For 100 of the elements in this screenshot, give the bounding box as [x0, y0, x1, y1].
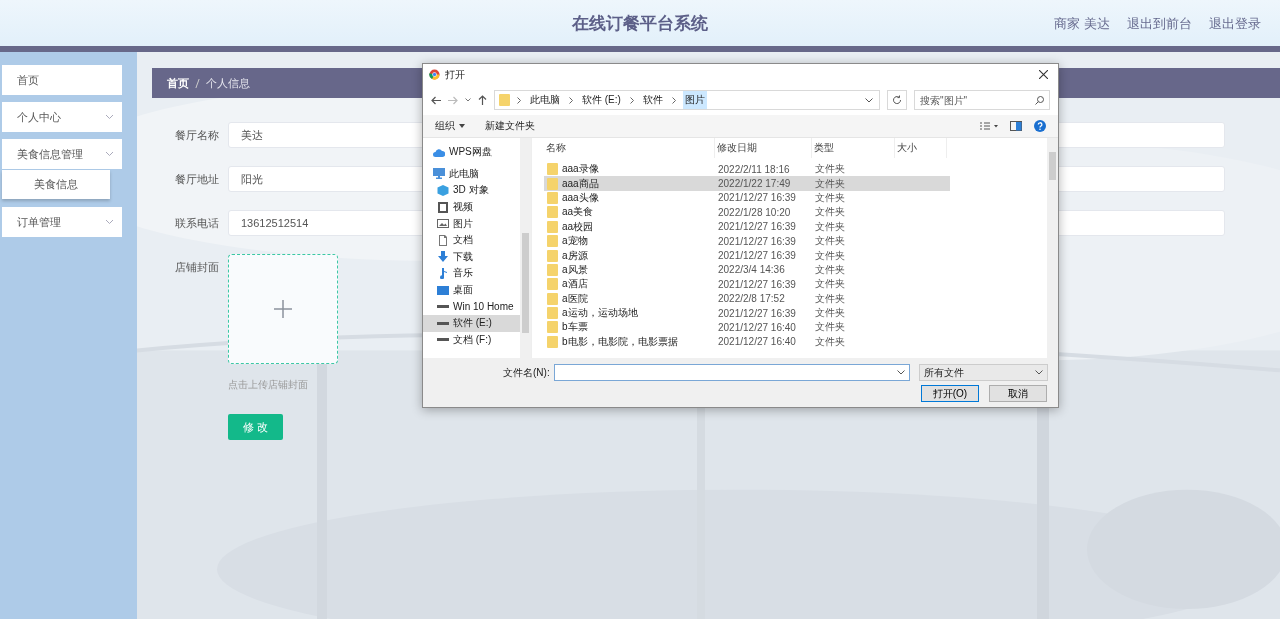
file-row[interactable]: a医院 2022/2/8 17:52 文件夹 — [544, 291, 950, 306]
nav-item[interactable]: 文档 (F:) — [423, 331, 520, 349]
folder-icon — [547, 163, 558, 176]
header-link[interactable]: 商家 美达 — [1054, 15, 1110, 33]
site-title: 在线订餐平台系统 — [572, 12, 708, 35]
chevron-right-icon — [517, 96, 521, 104]
nav-item[interactable]: 音乐 — [423, 265, 520, 282]
path-segment[interactable]: 此电脑 — [528, 91, 562, 109]
folder-icon — [547, 206, 558, 219]
dialog-title: 打开 — [445, 67, 465, 82]
address-bar[interactable]: 此电脑 软件 (E:) 软件 图片 — [494, 90, 880, 110]
path-segment[interactable]: 软件 — [640, 91, 665, 109]
dialog-button[interactable]: 打开(O) — [921, 385, 979, 402]
browser-icon — [429, 69, 440, 80]
folder-icon — [547, 321, 558, 334]
chevron-down-icon[interactable] — [865, 97, 873, 103]
breadcrumb-link[interactable]: 首页 — [167, 75, 189, 91]
drive-icon — [437, 305, 449, 309]
nav-item[interactable]: 下载 — [423, 248, 520, 266]
close-icon[interactable] — [1039, 70, 1048, 79]
nav-item[interactable]: 视频 — [423, 198, 520, 216]
organize-menu[interactable]: 组织 — [435, 119, 455, 133]
folder-icon — [547, 335, 558, 348]
chevron-right-icon — [569, 96, 573, 104]
menu-item[interactable]: 个人中心 — [2, 102, 122, 132]
file-row[interactable]: aaa录像 2022/2/11 18:16 文件夹 — [544, 162, 950, 177]
scrollbar[interactable] — [1047, 138, 1058, 358]
nav-item[interactable]: Win 10 Home — [423, 298, 520, 315]
dialog-button[interactable]: 取消 — [989, 385, 1047, 402]
file-row[interactable]: b电影，电影院，电影票据 2021/12/27 16:40 文件夹 — [544, 334, 950, 350]
plus-icon — [274, 300, 292, 318]
search-field[interactable]: 搜索"图片" — [914, 90, 1050, 110]
cloud-icon — [433, 146, 445, 158]
chevron-right-icon — [629, 96, 634, 104]
download-icon — [437, 251, 449, 263]
file-row[interactable]: aa美食 2022/1/28 10:20 文件夹 — [544, 205, 950, 220]
file-row[interactable]: aaa商品 2022/1/22 17:49 文件夹 — [544, 176, 950, 191]
path-segment[interactable]: 图片 — [682, 91, 707, 109]
nav-item[interactable]: 图片 — [423, 215, 520, 232]
folder-icon — [547, 249, 558, 262]
back-arrow-icon[interactable] — [431, 95, 441, 105]
header-link[interactable]: 退出到前台 — [1127, 15, 1192, 33]
menu-item[interactable]: 首页 — [2, 65, 122, 95]
scrollbar[interactable] — [520, 138, 531, 358]
file-row[interactable]: a房源 2021/12/27 16:39 文件夹 — [544, 248, 950, 263]
field-label: 店铺封面 — [174, 260, 219, 275]
pc-icon — [433, 168, 445, 180]
file-row[interactable]: a运动，运动场地 2021/12/27 16:39 文件夹 — [544, 305, 950, 321]
menu-item[interactable]: 订单管理 — [2, 207, 122, 237]
music-icon — [437, 267, 449, 279]
caret-icon — [459, 124, 465, 128]
search-icon — [1035, 95, 1044, 105]
folder-icon — [547, 220, 558, 233]
preview-pane-icon[interactable] — [1010, 121, 1022, 131]
caret-icon[interactable] — [465, 98, 471, 102]
new-folder-button[interactable]: 新建文件夹 — [485, 119, 535, 133]
chevron-down-icon — [897, 370, 906, 375]
nav-item[interactable]: WPS网盘 — [423, 144, 520, 161]
nav-item[interactable]: 桌面 — [423, 281, 520, 299]
folder-icon — [547, 263, 558, 276]
breadcrumb-link[interactable]: 个人信息 — [206, 75, 250, 91]
file-row[interactable]: aaa头像 2021/12/27 16:39 文件夹 — [544, 190, 950, 206]
file-row[interactable]: a酒店 2021/12/27 16:39 文件夹 — [544, 277, 950, 292]
drive-icon — [437, 321, 449, 325]
desktop-icon — [437, 284, 449, 296]
menu-item[interactable]: 美食信息管理 — [2, 139, 122, 169]
file-type-dropdown[interactable]: 所有文件 — [919, 364, 1048, 381]
submenu-item[interactable]: 美食信息 — [2, 170, 110, 199]
folder-icon — [547, 307, 558, 320]
doc-icon — [437, 234, 449, 246]
folder-icon — [547, 191, 558, 204]
refresh-button[interactable] — [887, 90, 907, 110]
filename-field[interactable] — [553, 364, 911, 381]
header-link[interactable]: 退出登录 — [1209, 15, 1261, 33]
path-segment[interactable]: 软件 (E:) — [580, 91, 623, 109]
nav-item[interactable]: 3D 对象 — [423, 182, 520, 199]
nav-item[interactable]: 此电脑 — [423, 165, 520, 183]
folder-icon — [499, 94, 510, 106]
folder-icon — [547, 292, 558, 305]
folder-icon — [547, 235, 558, 248]
column-header[interactable]: 名称 — [544, 138, 715, 158]
file-row[interactable]: b车票 2021/12/27 16:40 文件夹 — [544, 320, 950, 335]
image-icon — [437, 218, 449, 230]
nav-item[interactable]: 软件 (E:) — [423, 314, 520, 332]
refresh-icon — [892, 95, 902, 105]
field-label: 联系电话 — [174, 215, 219, 231]
column-header[interactable]: 修改日期 — [715, 138, 812, 158]
column-header[interactable]: 大小 — [895, 138, 947, 158]
folder-icon — [547, 278, 558, 291]
field-label: 餐厅地址 — [174, 171, 219, 187]
filename-label: 文件名(N): — [503, 365, 550, 380]
view-options-icon[interactable] — [980, 122, 998, 130]
up-arrow-icon[interactable] — [478, 95, 487, 105]
file-row[interactable]: aa校园 2021/12/27 16:39 文件夹 — [544, 219, 950, 234]
nav-item[interactable]: 文档 — [423, 231, 520, 249]
file-row[interactable]: a风景 2022/3/4 14:36 文件夹 — [544, 262, 950, 278]
column-header[interactable]: 类型 — [812, 138, 895, 158]
help-icon[interactable] — [1034, 120, 1046, 132]
drive-icon — [437, 338, 449, 342]
file-row[interactable]: a宠物 2021/12/27 16:39 文件夹 — [544, 233, 950, 249]
